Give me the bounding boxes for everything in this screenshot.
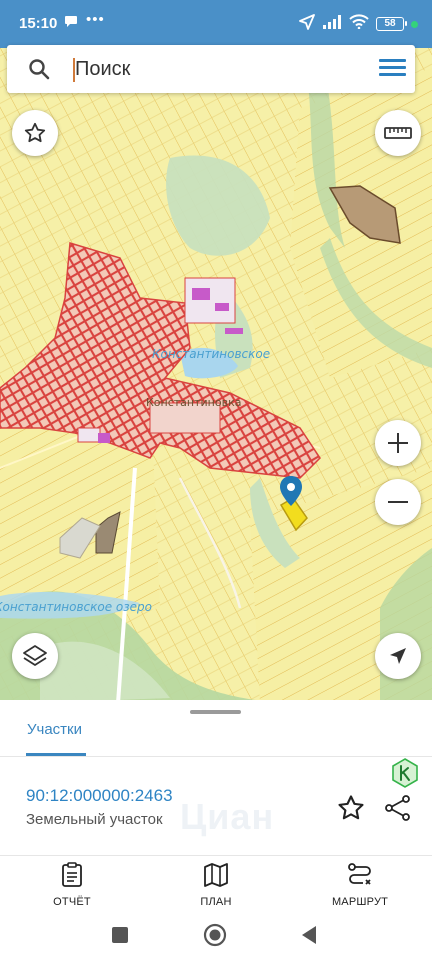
layers-button[interactable] [12,633,58,679]
home-icon[interactable] [203,923,227,952]
more-dots-icon: ••• [86,11,105,28]
sheet-divider [0,756,432,757]
zoom-in-icon [388,433,408,453]
ruler-icon [384,127,412,139]
bottom-sheet: Участки Циан 90:12:000000:2463 Земельный… [0,700,432,855]
tab-parcels[interactable]: Участки [27,721,82,738]
chat-icon [64,14,78,33]
navigation-arrow-icon [390,648,406,664]
nav-route[interactable]: МАРШРУТ [305,862,415,908]
zoom-out-button[interactable] [375,479,421,525]
map-view[interactable]: Константиновское Константиновка Констант… [0,48,432,703]
route-icon [348,863,371,885]
parcel-cadastral-number[interactable]: 90:12:000000:2463 [26,786,173,806]
system-navigation-bar [0,912,432,960]
watermark: Циан [180,796,275,837]
nav-report[interactable]: ОТЧЁТ [17,862,127,908]
parcel-type: Земельный участок [26,811,163,828]
search-input[interactable] [75,54,355,84]
map-label-lake: Константиновское озеро [0,600,152,614]
map-plan-icon [204,863,228,887]
back-icon[interactable] [300,925,318,950]
nav-route-label: МАРШРУТ [331,896,389,908]
share-icon [385,795,410,821]
my-location-button[interactable] [375,633,421,679]
wifi-icon [349,14,369,34]
star-outline-icon [338,795,364,820]
hamburger-menu-icon[interactable] [377,55,407,83]
nav-plan-label: ПЛАН [200,896,232,908]
favorite-parcel-button[interactable] [336,793,366,828]
search-icon[interactable] [27,57,51,86]
status-bar: 15:10 ••• 58 [0,0,432,48]
k-badge-icon[interactable] [390,758,420,788]
battery-icon: 58 [376,17,407,31]
zoom-in-button[interactable] [375,420,421,466]
status-icons: 58 [299,13,418,35]
status-time: 15:10 [19,15,58,32]
ruler-button[interactable] [375,110,421,156]
star-outline-icon [24,122,46,143]
bottom-navigation: ОТЧЁТ ПЛАН МАРШРУТ [0,855,432,912]
favorites-map-button[interactable] [12,110,58,156]
app-screen: 15:10 ••• 58 Константиновское Константин… [0,0,432,960]
recent-apps-icon[interactable] [111,926,129,949]
report-icon [62,862,82,887]
privacy-dot-icon [411,20,418,28]
layers-icon [23,645,47,666]
nav-plan[interactable]: ПЛАН [161,862,271,908]
nav-report-label: ОТЧЁТ [53,896,91,908]
location-arrow-icon [299,13,315,35]
search-bar [7,45,415,93]
map-label-lake-north: Константиновское [152,347,271,361]
zoom-out-icon [388,501,408,503]
signal-icon [322,14,342,34]
share-button[interactable] [384,794,412,827]
map-label-village: Константиновка [146,396,242,409]
sheet-drag-handle[interactable] [190,710,241,714]
